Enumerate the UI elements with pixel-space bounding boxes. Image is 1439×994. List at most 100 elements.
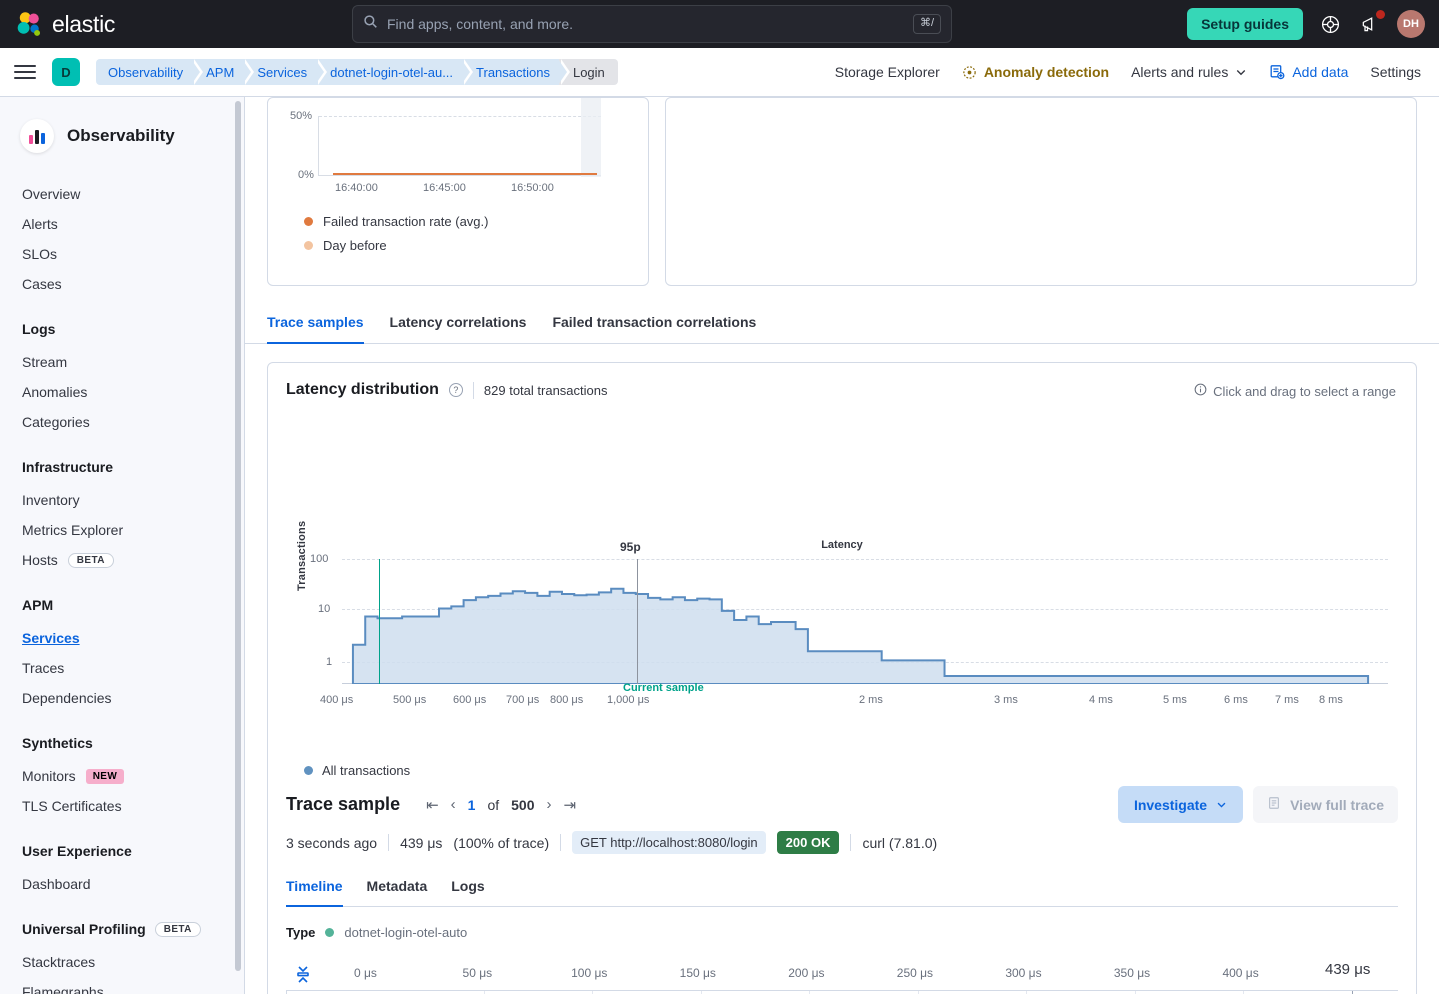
global-search[interactable]: ⌘/: [352, 5, 952, 43]
sidebar-item-overview[interactable]: Overview: [0, 179, 244, 209]
sidebar-item-label: Metrics Explorer: [22, 522, 123, 538]
xtick-11: 7 ms: [1275, 694, 1299, 706]
subtab-timeline[interactable]: Timeline: [286, 874, 343, 907]
breadcrumb-item-dotnet-login-otel-au[interactable]: dotnet-login-otel-au...: [316, 59, 462, 85]
tab-latency-correlations[interactable]: Latency correlations: [390, 308, 527, 344]
xtick-7: 3 ms: [994, 694, 1018, 706]
sidebar-item-hosts[interactable]: HostsBETA: [0, 545, 244, 575]
sidebar-scrollbar[interactable]: [235, 101, 241, 971]
nav-action-label: Alerts and rules: [1131, 64, 1228, 80]
sidebar-header: Observability: [0, 97, 244, 175]
latency-distribution-chart[interactable]: Transactions 100 10 1 95p: [286, 539, 1398, 729]
chevron-down-icon: [1235, 66, 1247, 78]
sidebar-group-user-experience: User Experience: [0, 843, 244, 859]
waterfall-tick-5: 250 μs: [897, 966, 933, 980]
prev-page-icon[interactable]: ‹: [451, 796, 456, 813]
nav-action-label: Add data: [1292, 64, 1348, 80]
next-page-icon[interactable]: ›: [547, 796, 552, 813]
xtick-9: 5 ms: [1163, 694, 1187, 706]
sidebar-item-anomalies[interactable]: Anomalies: [0, 377, 244, 407]
failed-transaction-rate-chart[interactable]: 50% 0% 16:40:00 16:45:00 16:50:00: [268, 98, 648, 198]
legend-item[interactable]: Failed transaction rate (avg.): [304, 214, 648, 229]
anomaly-icon: [962, 65, 977, 80]
elastic-brand[interactable]: elastic: [0, 11, 330, 38]
sidebar-item-dependencies[interactable]: Dependencies: [0, 683, 244, 713]
space-avatar[interactable]: D: [52, 58, 80, 86]
global-header: elastic ⌘/ Setup guides: [0, 0, 1439, 48]
total-transactions-label: 829 total transactions: [484, 383, 608, 398]
help-icon[interactable]: [1317, 11, 1343, 37]
elastic-logo-icon: [16, 11, 43, 38]
divider: [850, 834, 851, 851]
new-badge: NEW: [86, 769, 125, 784]
setup-guides-button[interactable]: Setup guides: [1187, 8, 1303, 40]
sidebar-item-stream[interactable]: Stream: [0, 347, 244, 377]
main-content: 50% 0% 16:40:00 16:45:00 16:50:00: [245, 97, 1439, 994]
sidebar-item-metrics-explorer[interactable]: Metrics Explorer: [0, 515, 244, 545]
menu-toggle-icon[interactable]: [14, 61, 36, 83]
breadcrumb-item-observability[interactable]: Observability: [96, 59, 192, 85]
tab-failed-transaction-correlations[interactable]: Failed transaction correlations: [552, 308, 756, 344]
observability-logo-icon: [20, 119, 54, 153]
trace-timestamp: 3 seconds ago: [286, 835, 377, 851]
sidebar-item-label: SLOs: [22, 246, 57, 262]
tab-trace-samples[interactable]: Trace samples: [267, 308, 364, 344]
sidebar-item-inventory[interactable]: Inventory: [0, 485, 244, 515]
xtick-4: 800 μs: [550, 694, 583, 706]
sidebar-item-label: Inventory: [22, 492, 80, 508]
nav-action-alerts-and-rules[interactable]: Alerts and rules: [1131, 64, 1247, 80]
sidebar-item-flamegraphs[interactable]: Flamegraphs: [0, 977, 244, 994]
xtick-12: 8 ms: [1319, 694, 1343, 706]
search-input[interactable]: [387, 16, 904, 32]
sidebar-item-label: Stacktraces: [22, 954, 95, 970]
sidebar-item-stacktraces[interactable]: Stacktraces: [0, 947, 244, 977]
nav-action-anomaly-detection[interactable]: Anomaly detection: [962, 64, 1109, 80]
beta-badge: BETA: [68, 553, 114, 568]
mini-xtick-1: 16:45:00: [423, 182, 466, 194]
nav-action-settings[interactable]: Settings: [1370, 64, 1421, 80]
legend-swatch-icon: [304, 217, 313, 226]
sidebar-item-label: Anomalies: [22, 384, 87, 400]
type-label: Type: [286, 925, 315, 940]
last-page-icon[interactable]: ⇥: [564, 796, 577, 814]
first-page-icon[interactable]: ⇤: [426, 796, 439, 814]
nav-action-add-data[interactable]: Add data: [1269, 64, 1348, 80]
sidebar-group-label: User Experience: [22, 843, 132, 859]
collapse-all-icon[interactable]: [294, 964, 314, 989]
investigate-button[interactable]: Investigate: [1118, 786, 1243, 823]
question-icon[interactable]: ?: [449, 383, 463, 397]
nav-action-label: Anomaly detection: [984, 64, 1109, 80]
sidebar-item-label: Services: [22, 630, 80, 646]
subtab-metadata[interactable]: Metadata: [367, 874, 428, 907]
sidebar-item-dashboard[interactable]: Dashboard: [0, 869, 244, 899]
sidebar-item-monitors[interactable]: MonitorsNEW: [0, 761, 244, 791]
nav-action-storage-explorer[interactable]: Storage Explorer: [835, 64, 940, 80]
breadcrumb-item-transactions[interactable]: Transactions: [462, 59, 559, 85]
sidebar: Observability OverviewAlertsSLOsCasesLog…: [0, 97, 245, 994]
view-full-trace-button[interactable]: View full trace: [1253, 786, 1398, 823]
request-url-chip[interactable]: GET http://localhost:8080/login: [572, 831, 766, 854]
announcement-icon[interactable]: [1357, 11, 1383, 37]
sidebar-item-traces[interactable]: Traces: [0, 653, 244, 683]
sidebar-item-label: Dependencies: [22, 690, 112, 706]
xtick-3: 700 μs: [506, 694, 539, 706]
subtab-logs[interactable]: Logs: [451, 874, 484, 907]
sidebar-item-slos[interactable]: SLOs: [0, 239, 244, 269]
divider: [560, 834, 561, 851]
legend-item[interactable]: Day before: [304, 238, 648, 253]
sidebar-item-categories[interactable]: Categories: [0, 407, 244, 437]
sidebar-item-cases[interactable]: Cases: [0, 269, 244, 299]
sidebar-item-tls-certificates[interactable]: TLS Certificates: [0, 791, 244, 821]
sidebar-item-label: Traces: [22, 660, 64, 676]
trace-detail-tabs: Timeline Metadata Logs: [286, 874, 1398, 907]
view-full-trace-label: View full trace: [1290, 797, 1384, 813]
current-page: 1: [468, 797, 476, 813]
chart-legend[interactable]: All transactions: [286, 763, 1398, 778]
sidebar-item-alerts[interactable]: Alerts: [0, 209, 244, 239]
histogram-svg: [342, 559, 1388, 684]
avatar[interactable]: DH: [1397, 10, 1425, 38]
sidebar-group-apm: APM: [0, 597, 244, 613]
xtick-0: 400 μs: [320, 694, 353, 706]
sidebar-item-services[interactable]: Services: [0, 623, 244, 653]
search-shortcut-badge: ⌘/: [913, 14, 941, 33]
